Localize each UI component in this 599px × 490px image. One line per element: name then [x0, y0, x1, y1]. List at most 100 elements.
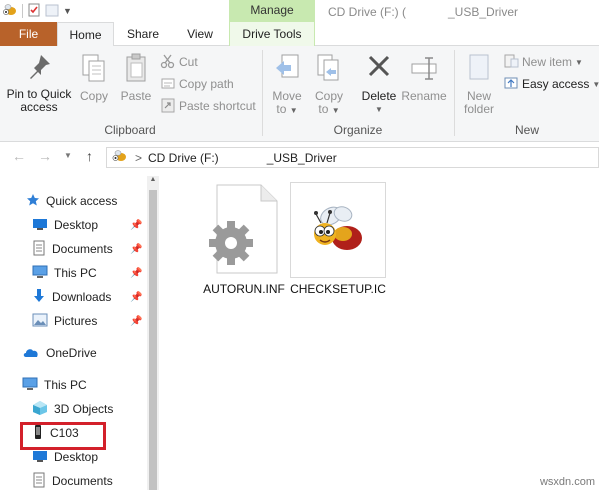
move-to-line2: to: [276, 102, 287, 116]
new-item-icon: [503, 53, 519, 72]
nav-item-this-pc-pinned[interactable]: This PC: [32, 262, 97, 284]
cloud-icon: [22, 346, 40, 361]
nav-item-label: Desktop: [54, 218, 99, 232]
nav-item-desktop[interactable]: Desktop: [32, 214, 98, 236]
pin-label-line2: access: [20, 100, 58, 114]
window-title-drive: CD Drive (F:) (: [328, 5, 406, 19]
pin-icon[interactable]: 📌: [130, 268, 142, 279]
downloads-icon: [32, 288, 46, 307]
tab-home[interactable]: Home: [57, 22, 114, 47]
file-thumbnail: [196, 182, 292, 278]
documents-icon: [32, 240, 46, 259]
nav-item-label: Downloads: [52, 290, 112, 304]
file-name: CHECKSETUP.IC: [290, 282, 386, 296]
new-folder-qat-icon[interactable]: [45, 3, 59, 20]
copy-icon: [76, 52, 112, 87]
delete-dropdown-icon: ▼: [375, 105, 383, 114]
easy-access-icon: [503, 75, 519, 94]
easy-access-dropdown-icon: ▼: [592, 79, 599, 89]
address-bar[interactable]: > CD Drive (F:) _USB_Driver: [106, 147, 599, 168]
nav-this-pc-label: This PC: [44, 378, 87, 392]
file-item-checksetup[interactable]: CHECKSETUP.IC: [286, 182, 390, 296]
delete-button[interactable]: Delete ▼: [359, 52, 399, 116]
tab-share[interactable]: Share: [118, 22, 168, 46]
new-folder-button[interactable]: New folder: [459, 52, 499, 116]
this-pc-icon: [32, 265, 48, 282]
nav-onedrive-label: OneDrive: [46, 346, 97, 360]
desktop-icon: [32, 217, 48, 234]
pin-icon[interactable]: 📌: [130, 220, 142, 231]
paste-shortcut-icon: [160, 97, 176, 116]
nav-quick-access-label: Quick access: [46, 194, 118, 208]
nav-item-3d-objects[interactable]: 3D Objects: [32, 398, 113, 420]
up-arrow-icon[interactable]: ↑: [86, 148, 93, 164]
window-title-folder: _USB_Driver: [448, 5, 519, 19]
copy-path-icon: [160, 75, 176, 94]
new-item-dropdown-icon: ▼: [575, 57, 583, 67]
pin-icon[interactable]: 📌: [130, 316, 142, 327]
nav-item-documents-pc[interactable]: Documents: [32, 470, 113, 490]
properties-icon[interactable]: [27, 3, 41, 20]
forward-arrow-icon[interactable]: →: [38, 148, 52, 164]
move-to-icon: [269, 52, 305, 87]
scroll-up-icon[interactable]: ▲: [147, 176, 159, 183]
bee-icon: [303, 194, 373, 267]
qat-separator: [22, 4, 23, 18]
file-item-autorun[interactable]: AUTORUN.INF: [192, 182, 296, 296]
easy-access-button[interactable]: Easy access ▼: [503, 74, 599, 94]
new-item-button[interactable]: New item ▼: [503, 52, 583, 72]
move-to-button[interactable]: Move to ▼: [269, 52, 305, 117]
copy-button[interactable]: Copy: [76, 52, 112, 103]
quick-access-toolbar: ▼: [2, 3, 72, 19]
nav-item-label: This PC: [54, 266, 97, 280]
pin-to-quick-access-button[interactable]: Pin to Quick access: [4, 52, 74, 114]
tab-drive-tools[interactable]: Drive Tools: [229, 22, 315, 46]
paste-button[interactable]: Paste: [116, 52, 156, 103]
file-list: AUTORUN.INF CHECKSETUP.IC: [160, 172, 599, 490]
tab-file[interactable]: File: [0, 22, 57, 46]
address-bar-row: ← → ▼ ↑ > CD Drive (F:) _USB_Driver: [0, 143, 599, 171]
new-item-label: New item: [522, 55, 573, 69]
nav-this-pc[interactable]: This PC: [22, 374, 87, 396]
paste-shortcut-button[interactable]: Paste shortcut: [160, 96, 256, 116]
pictures-icon: [32, 313, 48, 330]
back-arrow-icon[interactable]: ←: [12, 148, 26, 164]
nav-item-downloads[interactable]: Downloads: [32, 286, 111, 308]
copy-to-button[interactable]: Copy to ▼: [311, 52, 347, 117]
c103-highlight-box: [20, 422, 106, 450]
delete-x-icon: [359, 52, 399, 87]
move-to-dropdown-icon: ▼: [289, 106, 298, 115]
copy-to-icon: [311, 52, 347, 87]
cube-icon: [32, 400, 48, 419]
breadcrumb-drive[interactable]: CD Drive (F:): [148, 151, 219, 165]
bee-app-icon: [2, 3, 18, 20]
nav-item-pictures[interactable]: Pictures: [32, 310, 97, 332]
rename-button[interactable]: Rename: [401, 52, 447, 103]
scissors-icon: [160, 53, 176, 72]
nav-scrollbar-thumb[interactable]: [149, 190, 157, 490]
ribbon-tabs: File Home Share View Drive Tools: [0, 22, 599, 47]
nav-scrollbar[interactable]: ▲: [147, 176, 159, 490]
nav-quick-access[interactable]: Quick access: [26, 190, 117, 212]
paste-shortcut-label: Paste shortcut: [179, 99, 256, 113]
star-icon: [26, 193, 40, 210]
recent-locations-icon[interactable]: ▼: [64, 151, 72, 160]
nav-item-label: Documents: [52, 242, 113, 256]
cut-button[interactable]: Cut: [160, 52, 198, 72]
copy-label: Copy: [79, 89, 108, 103]
copy-path-button[interactable]: Copy path: [160, 74, 234, 94]
nav-item-documents[interactable]: Documents: [32, 238, 113, 260]
nav-item-label: Pictures: [54, 314, 98, 328]
pin-icon[interactable]: 📌: [130, 244, 142, 255]
nav-onedrive[interactable]: OneDrive: [22, 342, 97, 364]
breadcrumb-folder[interactable]: _USB_Driver: [267, 151, 337, 165]
copy-to-dropdown-icon: ▼: [331, 106, 340, 115]
copy-to-line2: to: [318, 102, 329, 116]
title-bar: ▼ Manage CD Drive (F:) ( _USB_Driver: [0, 0, 599, 22]
cut-label: Cut: [179, 55, 198, 69]
pin-icon[interactable]: 📌: [130, 292, 142, 303]
customize-qat-icon[interactable]: ▼: [63, 6, 72, 16]
file-thumbnail: [290, 182, 386, 278]
tab-view[interactable]: View: [176, 22, 224, 46]
desktop-icon: [32, 449, 48, 466]
